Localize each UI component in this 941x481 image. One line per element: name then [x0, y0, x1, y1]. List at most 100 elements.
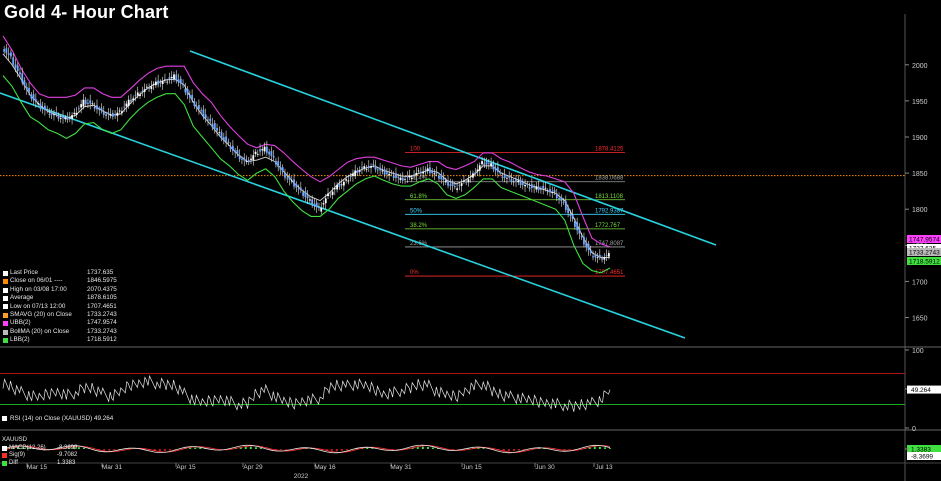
price-body	[583, 236, 585, 245]
fib-level-label: 38.2%	[410, 223, 428, 229]
price-body	[105, 114, 107, 116]
price-body	[603, 257, 606, 260]
fib-value-label: 1707.4651	[595, 270, 624, 276]
fib-value-label: 1772.767	[595, 223, 621, 229]
price-body	[592, 256, 594, 258]
price-body	[102, 111, 105, 115]
price-body	[313, 203, 316, 207]
price-body	[440, 174, 443, 180]
legend-swatch	[3, 329, 8, 335]
price-tick-label: 1900	[912, 135, 928, 142]
price-body	[46, 109, 49, 111]
price-body	[41, 107, 44, 110]
date-axis-year: 2022	[294, 473, 309, 480]
date-tick-label: Apr 29	[243, 464, 263, 471]
price-body	[256, 153, 259, 155]
legend-swatch	[3, 304, 8, 310]
macd-legend-label: MACD(12,26)	[9, 444, 46, 451]
price-body	[77, 108, 80, 110]
price-body	[209, 118, 212, 122]
price-body	[540, 189, 542, 190]
price-body	[281, 167, 284, 172]
price-body	[12, 57, 15, 65]
price-body	[48, 114, 51, 115]
macd-tag-label: -8.3699	[911, 454, 933, 461]
price-body	[573, 221, 576, 227]
price-body	[456, 188, 459, 190]
price-body	[429, 167, 431, 174]
price-body	[164, 79, 166, 81]
fib-value-label: 1878.4125	[595, 147, 624, 153]
price-body	[424, 169, 427, 171]
rsi-tag-label: 49.264	[911, 387, 931, 394]
price-body	[515, 179, 517, 182]
date-tick-label: Jun 15	[462, 464, 482, 471]
price-body	[288, 176, 291, 180]
price-body	[607, 253, 610, 257]
price-body	[44, 105, 46, 110]
price-body	[526, 183, 529, 185]
price-body	[141, 91, 144, 92]
price-body	[19, 72, 21, 75]
price-body	[107, 112, 110, 115]
price-body	[494, 168, 497, 171]
price-body	[116, 112, 119, 116]
price-body	[234, 150, 237, 153]
price-body	[458, 184, 461, 186]
price-body	[367, 165, 370, 168]
price-body	[419, 171, 422, 174]
price-body	[39, 103, 42, 109]
price-body	[404, 178, 406, 180]
price-body	[410, 177, 413, 180]
price-body	[537, 186, 540, 191]
legend-swatch	[3, 270, 8, 276]
price-body	[601, 258, 603, 260]
price-body	[275, 160, 277, 165]
channel-upper-line	[189, 50, 717, 246]
macd-legend-swatch	[2, 445, 7, 451]
price-body	[401, 177, 404, 181]
price-body	[510, 178, 513, 182]
price-body	[519, 179, 522, 186]
price-body	[481, 161, 483, 165]
legend-swatch	[3, 321, 8, 327]
price-body	[487, 163, 490, 165]
price-body	[218, 132, 221, 134]
price-body	[290, 180, 293, 182]
price-body	[562, 202, 565, 203]
price-body	[469, 176, 472, 178]
price-body	[91, 103, 94, 105]
price-body	[64, 117, 67, 120]
price-body	[535, 186, 538, 190]
price-body	[25, 86, 28, 90]
price-body	[229, 146, 232, 150]
price-body	[193, 100, 196, 106]
price-body	[265, 146, 268, 153]
price-body	[331, 191, 334, 195]
price-body	[87, 102, 89, 104]
price-body	[57, 115, 60, 119]
macd-legend-symbol: XAUUSD	[2, 437, 28, 443]
price-tick-label: 1800	[912, 207, 928, 214]
price-body	[231, 145, 234, 151]
rsi-swatch	[2, 416, 7, 421]
price-body	[549, 188, 551, 193]
price-body	[216, 127, 218, 131]
price-body	[304, 191, 307, 198]
price-body	[433, 173, 436, 175]
rsi-legend: RSI (14) on Close (XAUUSD) 49.264	[2, 415, 113, 422]
price-body	[474, 172, 477, 174]
price-body	[431, 170, 434, 174]
price-body	[490, 163, 492, 167]
price-body	[299, 187, 302, 191]
price-body	[528, 187, 531, 189]
price-body	[395, 173, 397, 178]
price-body	[200, 110, 203, 111]
price-body	[320, 207, 323, 212]
price-body	[59, 118, 62, 120]
price-body	[272, 155, 275, 158]
price-body	[594, 253, 597, 258]
price-body	[426, 168, 429, 172]
price-body	[98, 109, 101, 111]
price-body	[55, 112, 58, 115]
